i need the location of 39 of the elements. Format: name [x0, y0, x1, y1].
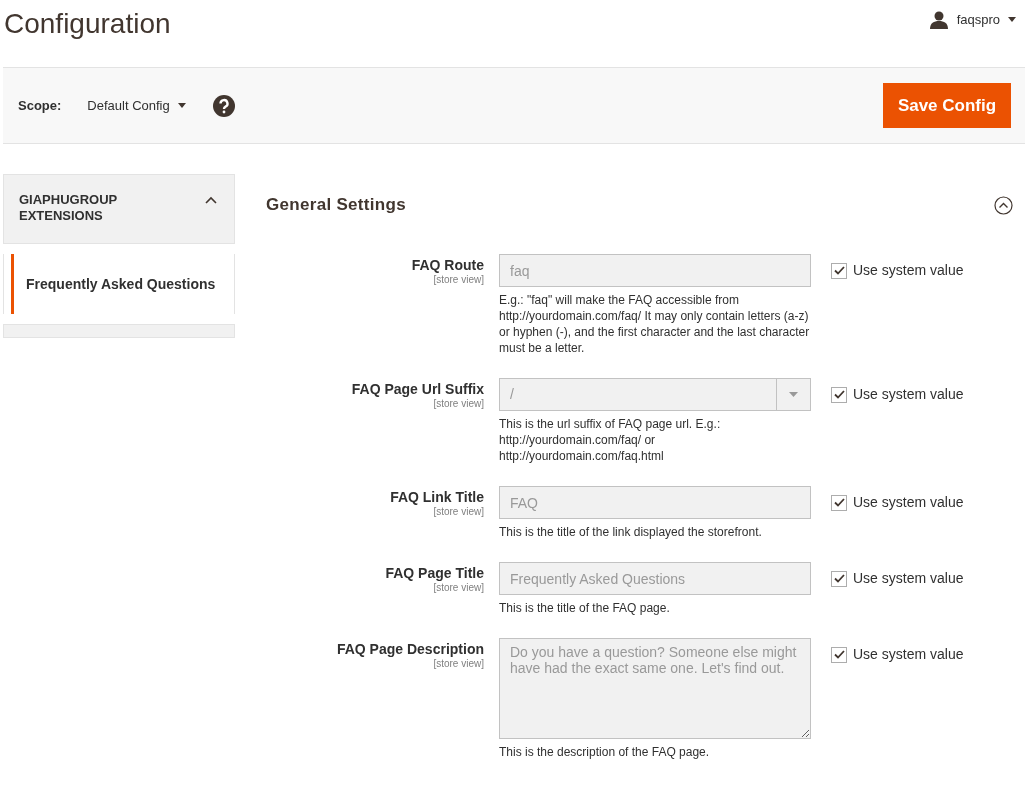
- field-hint: This is the url suffix of FAQ page url. E.g.: http://yourdomain.com/faq/ or http://yourdomain.com/faq.html: [499, 416, 722, 464]
- save-config-button[interactable]: Save Config: [883, 83, 1011, 128]
- page-title: Configuration: [4, 7, 171, 41]
- sidebar-group-title: GIAPHUGROUP EXTENSIONS: [19, 192, 118, 225]
- field-label: FAQ Page Description: [335, 640, 484, 658]
- section-title[interactable]: General Settings: [266, 192, 406, 218]
- user-menu[interactable]: faqspro: [928, 10, 1016, 30]
- collapse-icon[interactable]: [994, 195, 1013, 215]
- field-hint: This is the title of the FAQ page.: [499, 600, 671, 616]
- caret-icon: [177, 103, 186, 108]
- checkmark-icon: [833, 390, 845, 399]
- help-icon[interactable]: [212, 94, 235, 117]
- sidebar-group-header[interactable]: GIAPHUGROUP EXTENSIONS: [3, 174, 235, 244]
- use-system-value-checkbox[interactable]: Use system value: [831, 378, 964, 411]
- field-hint: E.g.: "faq" will make the FAQ accessible from http://yourdomain.com/faq/ It may only contain letters (a-z) or hyphen (-), and the first character and the last character must be a letter.: [499, 292, 811, 356]
- checkmark-icon: [833, 498, 845, 507]
- field-label: FAQ Link Title: [389, 488, 484, 506]
- field-label: FAQ Route: [410, 256, 484, 274]
- scope-dropdown[interactable]: Default Config: [87, 95, 186, 116]
- scope-note: [store view]: [432, 658, 484, 670]
- scope-note: [store view]: [432, 582, 484, 594]
- user-icon: [928, 10, 949, 29]
- field-hint: This is the description of the FAQ page.: [499, 744, 711, 760]
- field-hint: This is the title of the link displayed the storefront.: [499, 524, 763, 540]
- use-system-value-checkbox[interactable]: Use system value: [831, 254, 964, 287]
- dropdown-arrow-icon: [789, 392, 798, 397]
- field-label: FAQ Page Title: [384, 564, 484, 582]
- checkmark-icon: [833, 574, 845, 583]
- field-label: FAQ Page Url Suffix: [350, 380, 484, 398]
- use-system-value-checkbox[interactable]: Use system value: [831, 486, 964, 519]
- scope-note: [store view]: [432, 398, 484, 410]
- use-system-value-checkbox[interactable]: Use system value: [831, 638, 964, 671]
- checkmark-icon: [833, 650, 845, 659]
- scope-note: [store view]: [432, 274, 484, 286]
- checkmark-icon: [833, 266, 845, 275]
- caret-icon: [1008, 17, 1016, 23]
- use-system-value-checkbox[interactable]: Use system value: [831, 562, 964, 595]
- scope-note: [store view]: [432, 506, 484, 518]
- scope-label: Scope:: [18, 96, 62, 115]
